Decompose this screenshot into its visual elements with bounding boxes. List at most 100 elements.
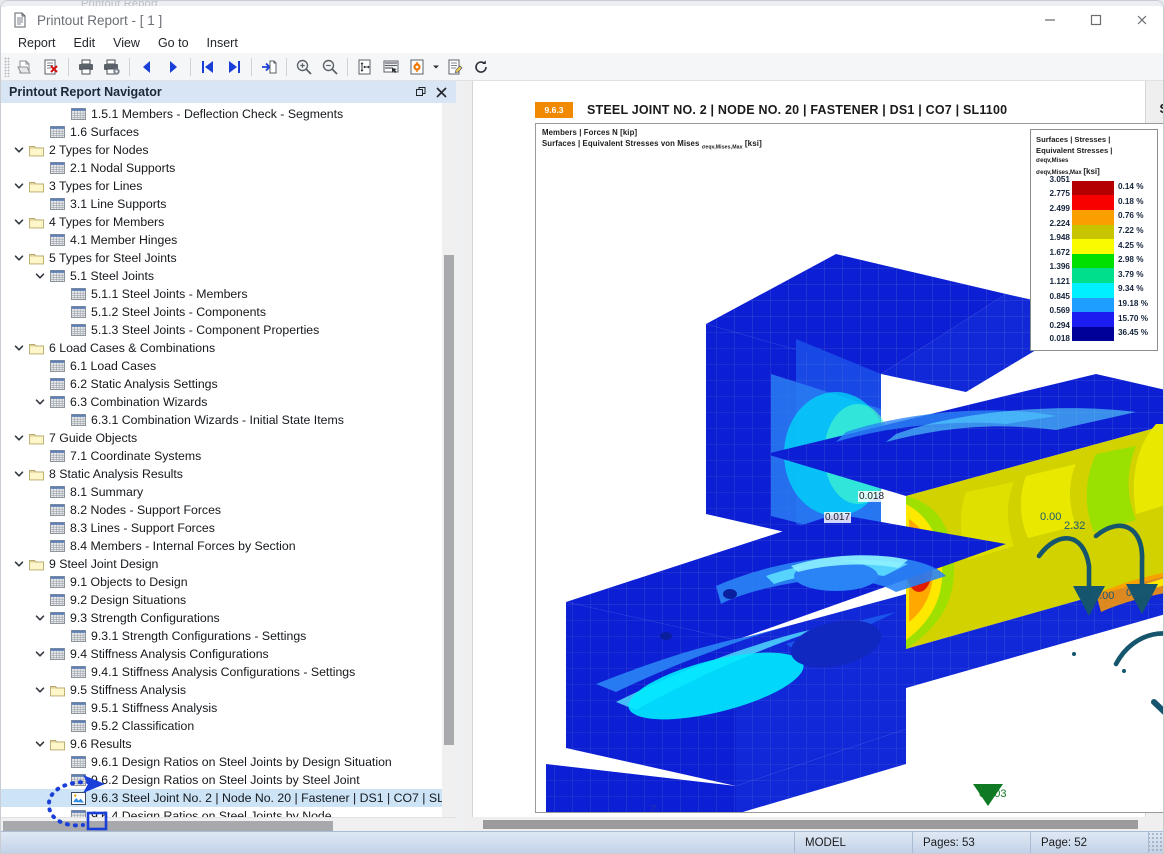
chevron-down-icon[interactable] [11, 177, 27, 195]
report-preview[interactable]: 9.6.3 STEEL JOINT NO. 2 | NODE NO. 20 | … [465, 81, 1163, 833]
menu-report[interactable]: Report [9, 34, 65, 52]
chevron-down-icon[interactable] [11, 465, 27, 483]
chevron-down-icon[interactable] [32, 267, 48, 285]
chevron-down-icon[interactable] [11, 429, 27, 447]
chevron-down-icon[interactable] [32, 735, 48, 753]
tree-item[interactable]: 6 Load Cases & Combinations [1, 339, 442, 357]
first-page-icon[interactable] [195, 55, 221, 79]
close-button[interactable] [1119, 6, 1163, 34]
tree-item[interactable]: 8.1 Summary [1, 483, 442, 501]
tree-item[interactable]: 7 Guide Objects [1, 429, 442, 447]
next-page-icon[interactable] [160, 55, 186, 79]
legend-value: 1.948 [1049, 233, 1071, 243]
tree-item[interactable]: 8.2 Nodes - Support Forces [1, 501, 442, 519]
tree-item[interactable]: 9.1 Objects to Design [1, 573, 442, 591]
tree-item-label: 3 Types for Lines [49, 179, 143, 193]
refresh-icon[interactable] [468, 55, 494, 79]
delete-report-icon[interactable] [38, 55, 64, 79]
edit-report-icon[interactable] [442, 55, 468, 79]
maximize-button[interactable] [1073, 6, 1119, 34]
tree-item[interactable]: 9.6 Results [1, 735, 442, 753]
tree-item[interactable]: 5.1.2 Steel Joints - Components [1, 303, 442, 321]
tree-item[interactable]: 6.1 Load Cases [1, 357, 442, 375]
panel-splitter[interactable] [456, 81, 465, 833]
chevron-down-icon[interactable] [11, 339, 27, 357]
scrollbar-thumb[interactable] [483, 820, 1138, 829]
report-selection-icon[interactable] [378, 55, 404, 79]
tree-item[interactable]: 4.1 Member Hinges [1, 231, 442, 249]
menu-view[interactable]: View [104, 34, 149, 52]
table-icon [69, 807, 87, 817]
tree-item-label: 9.6.2 Design Ratios on Steel Joints by S… [91, 773, 360, 787]
toolbar-grip[interactable] [4, 56, 10, 77]
tree-item[interactable]: 7.1 Coordinate Systems [1, 447, 442, 465]
tree-item[interactable]: 8.4 Members - Internal Forces by Section [1, 537, 442, 555]
tree-item[interactable]: 8.3 Lines - Support Forces [1, 519, 442, 537]
tree-item[interactable]: 5 Types for Steel Joints [1, 249, 442, 267]
status-mode: MODEL [795, 831, 913, 853]
zoom-in-icon[interactable] [291, 55, 317, 79]
navigator-tree[interactable]: 1.5.1 Members - Deflection Check - Segme… [1, 103, 442, 817]
tree-item[interactable]: 3 Types for Lines [1, 177, 442, 195]
open-report-icon[interactable] [12, 55, 38, 79]
tree-item[interactable]: 9.5.2 Classification [1, 717, 442, 735]
tree-item[interactable]: 6.3.1 Combination Wizards - Initial Stat… [1, 411, 442, 429]
tree-item[interactable]: 9.4 Stiffness Analysis Configurations [1, 645, 442, 663]
chevron-down-icon[interactable] [11, 249, 27, 267]
tree-item[interactable]: 9.6.2 Design Ratios on Steel Joints by S… [1, 771, 442, 789]
chevron-down-icon[interactable] [32, 609, 48, 627]
chevron-down-icon[interactable] [11, 555, 27, 573]
chevron-down-icon[interactable] [430, 55, 442, 79]
status-pages-total: Pages: 53 [913, 831, 1031, 853]
tree-item[interactable]: 5.1 Steel Joints [1, 267, 442, 285]
close-icon[interactable] [432, 83, 450, 101]
folder-icon [27, 555, 45, 573]
last-page-icon[interactable] [221, 55, 247, 79]
page-setup-icon[interactable] [352, 55, 378, 79]
tree-item[interactable]: 9.6.1 Design Ratios on Steel Joints by D… [1, 753, 442, 771]
tree-item[interactable]: 9.2 Design Situations [1, 591, 442, 609]
resize-grip[interactable] [1149, 831, 1163, 853]
tree-item[interactable]: 1.5.1 Members - Deflection Check - Segme… [1, 105, 442, 123]
tree-item[interactable]: 9.6.4 Design Ratios on Steel Joints by N… [1, 807, 442, 817]
chevron-down-icon[interactable] [32, 393, 48, 411]
tree-item[interactable]: 6.2 Static Analysis Settings [1, 375, 442, 393]
table-icon [48, 591, 66, 609]
previous-page-icon[interactable] [134, 55, 160, 79]
table-icon [69, 411, 87, 429]
tree-item-selected[interactable]: 9.6.3 Steel Joint No. 2 | Node No. 20 | … [1, 789, 442, 807]
menu-edit[interactable]: Edit [65, 34, 105, 52]
chevron-down-icon[interactable] [11, 141, 27, 159]
chevron-down-icon[interactable] [32, 645, 48, 663]
tree-item[interactable]: 9.4.1 Stiffness Analysis Configurations … [1, 663, 442, 681]
scrollbar-thumb[interactable] [444, 255, 454, 745]
tree-item[interactable]: 4 Types for Members [1, 213, 442, 231]
chevron-down-icon[interactable] [32, 681, 48, 699]
tree-item[interactable]: 2 Types for Nodes [1, 141, 442, 159]
go-to-page-icon[interactable] [256, 55, 282, 79]
tree-item[interactable]: 6.3 Combination Wizards [1, 393, 442, 411]
print-setup-icon[interactable] [99, 55, 125, 79]
tree-item[interactable]: 9.5 Stiffness Analysis [1, 681, 442, 699]
menu-goto[interactable]: Go to [149, 34, 198, 52]
tree-item[interactable]: 5.1.3 Steel Joints - Component Propertie… [1, 321, 442, 339]
printout-settings-icon[interactable] [404, 55, 430, 79]
tree-item[interactable]: 9 Steel Joint Design [1, 555, 442, 573]
tree-item[interactable]: 9.5.1 Stiffness Analysis [1, 699, 442, 717]
minimize-button[interactable] [1027, 6, 1073, 34]
tree-item[interactable]: 8 Static Analysis Results [1, 465, 442, 483]
restore-icon[interactable] [412, 83, 430, 101]
tree-item[interactable]: 2.1 Nodal Supports [1, 159, 442, 177]
tree-item[interactable]: 9.3.1 Strength Configurations - Settings [1, 627, 442, 645]
tree-item[interactable]: 9.3 Strength Configurations [1, 609, 442, 627]
chevron-down-icon[interactable] [11, 213, 27, 231]
tree-item[interactable]: 1.6 Surfaces [1, 123, 442, 141]
tree-twist-spacer [32, 447, 48, 465]
navigator-vertical-scrollbar[interactable] [442, 103, 456, 817]
tree-item[interactable]: 5.1.1 Steel Joints - Members [1, 285, 442, 303]
scrollbar-thumb[interactable] [3, 821, 333, 831]
tree-item[interactable]: 3.1 Line Supports [1, 195, 442, 213]
print-icon[interactable] [73, 55, 99, 79]
menu-insert[interactable]: Insert [198, 34, 247, 52]
zoom-out-icon[interactable] [317, 55, 343, 79]
